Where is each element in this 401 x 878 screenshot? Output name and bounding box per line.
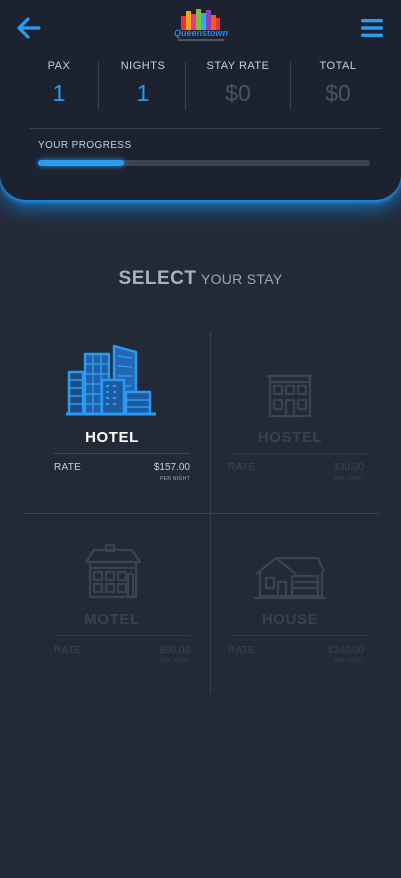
rate-label: RATE (228, 462, 256, 473)
option-separator (232, 453, 368, 454)
logo-text: Queenstown (173, 28, 228, 38)
stat-label: TOTAL (319, 60, 357, 72)
menu-button[interactable] (359, 16, 385, 40)
select-heading: SELECT YOUR STAY (0, 268, 401, 290)
option-hostel[interactable]: HOSTEL RATE $30.00 PER NIGHT (202, 338, 378, 508)
per-night-label: PER NIGHT (334, 476, 364, 482)
option-separator (232, 635, 368, 636)
progress-fill (38, 160, 125, 166)
rate-value: $240.00 (327, 645, 364, 656)
option-name: HOUSE (261, 611, 319, 628)
rate-label: RATE (54, 645, 82, 656)
rate-label: RATE (54, 462, 82, 473)
select-heading-strong: SELECT (118, 268, 197, 289)
city-buildings-icon (24, 342, 200, 423)
option-hotel[interactable]: HOTEL RATE $157.00 PER NIGHT (24, 338, 200, 508)
rate-label: RATE (228, 645, 256, 656)
option-house[interactable]: HOUSE RATE $240.00 PER NIGHT (202, 520, 378, 690)
progress-bar (38, 160, 370, 166)
stat-value: 1 (52, 80, 66, 106)
booking-stats: PAX 1 NIGHTS 1 STAY RATE $0 TOTAL $0 (0, 58, 401, 114)
rate-value: $30.00 (333, 462, 364, 473)
stat-divider (98, 62, 99, 110)
rate-value: $157.00 (153, 462, 190, 473)
option-separator (54, 635, 190, 636)
option-name: HOTEL (85, 429, 139, 446)
stat-total: TOTAL $0 (292, 58, 384, 110)
stat-label: STAY RATE (206, 60, 270, 72)
option-separator (54, 453, 190, 454)
queenstown-logo: Queenstown (172, 8, 230, 44)
grid-horizontal-divider (24, 513, 379, 514)
stat-value: 1 (136, 80, 150, 106)
stat-nights: NIGHTS 1 (100, 58, 186, 110)
per-night-label: PER NIGHT (160, 658, 190, 664)
arrow-left-icon (17, 17, 41, 39)
stat-divider (290, 62, 291, 110)
motel-building-icon (24, 543, 200, 605)
select-heading-light: YOUR STAY (200, 271, 283, 287)
per-night-label: PER NIGHT (160, 476, 190, 482)
header-divider (30, 128, 381, 129)
summary-header: Queenstown PAX 1 NIGHTS 1 STAY RATE $0 T… (0, 0, 401, 200)
house-icon (202, 554, 378, 605)
per-night-label: PER NIGHT (334, 658, 364, 664)
logo-tagline (178, 39, 224, 41)
progress-label: YOUR PROGRESS (38, 140, 132, 151)
option-name: MOTEL (84, 611, 140, 628)
back-button[interactable] (16, 16, 42, 40)
stat-stay-rate: STAY RATE $0 (186, 58, 290, 110)
hostel-building-icon (202, 368, 378, 423)
option-motel[interactable]: MOTEL RATE $90.00 PER NIGHT (24, 520, 200, 690)
stat-label: NIGHTS (120, 60, 166, 72)
option-name: HOSTEL (257, 429, 323, 446)
hamburger-menu-icon (361, 19, 383, 37)
stat-pax: PAX 1 (18, 58, 100, 110)
stat-value: $0 (325, 80, 351, 106)
stat-label: PAX (47, 60, 71, 72)
rate-value: $90.00 (159, 645, 190, 656)
stat-value: $0 (225, 80, 251, 106)
